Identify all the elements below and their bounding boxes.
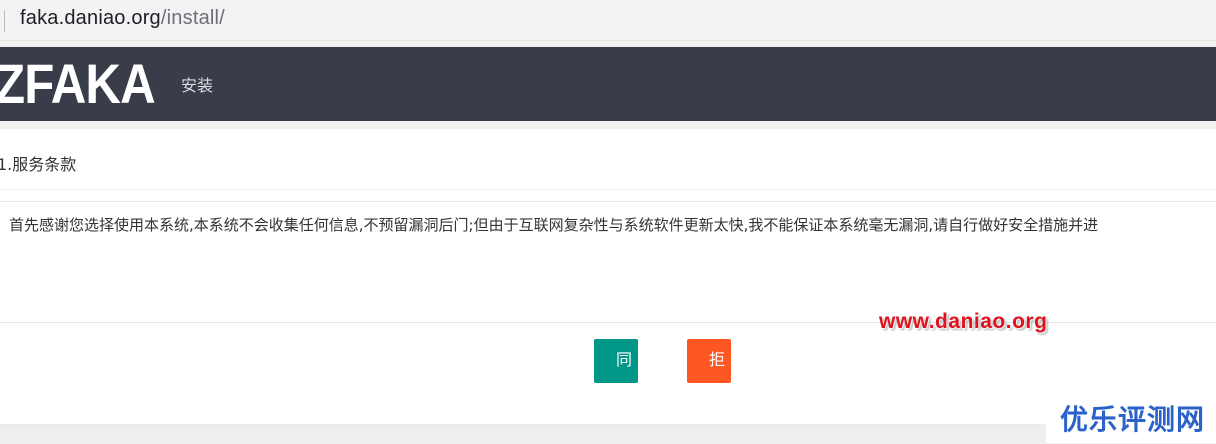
watermark-url: www.daniao.org	[879, 310, 1048, 333]
refuse-button[interactable]: 拒绝	[687, 339, 731, 413]
address-bar-divider	[4, 10, 5, 32]
browser-address-bar[interactable]: faka.daniao.org/install/	[0, 0, 1216, 41]
url-host: faka.daniao.org	[20, 7, 161, 29]
terms-text: 首先感谢您选择使用本系统,本系统不会收集任何信息,不预留漏洞后门;但由于互联网复…	[9, 216, 1099, 234]
watermark-site-name: 优乐评测网	[1060, 403, 1206, 436]
terms-textarea[interactable]: 首先感谢您选择使用本系统,本系统不会收集任何信息,不预留漏洞后门;但由于互联网复…	[0, 201, 1216, 323]
panel-title: 1.服务条款	[0, 155, 77, 174]
page-footer-strip	[0, 424, 1216, 444]
url-text[interactable]: faka.daniao.org/install/	[20, 7, 225, 30]
site-logo[interactable]: ZFAKA	[0, 54, 156, 114]
panel-header: 1.服务条款	[0, 129, 1216, 190]
url-path: /install/	[160, 7, 225, 29]
install-panel: 1.服务条款 首先感谢您选择使用本系统,本系统不会收集任何信息,不预留漏洞后门;…	[0, 129, 1216, 424]
nav-item-install[interactable]: 安装	[181, 72, 213, 96]
agree-button[interactable]: 同意	[594, 339, 638, 413]
